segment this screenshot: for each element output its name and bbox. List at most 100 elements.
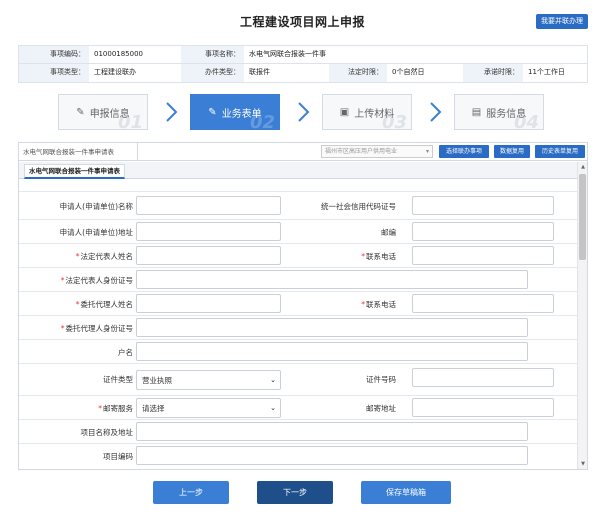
step-number: 04 [513,112,539,130]
legal-rep-name-label: *法定代表人姓名 [76,251,133,262]
item-name-label: 事项名称： [181,46,244,63]
required-mark: * [75,300,80,309]
mail-address-label: 邮寄地址 [366,404,396,413]
mail-service-select[interactable]: 请选择 ⌄ [136,398,281,418]
required-mark: * [98,404,102,413]
contact-phone-text: 联系电话 [366,252,396,261]
item-code-value: 01000185000 [94,50,143,58]
data-reuse-button[interactable]: 数据复用 [494,145,530,158]
postcode-label: 邮编 [381,228,396,237]
chevron-down-icon: ⌄ [270,404,276,412]
chevron-down-icon: ▾ [425,148,429,155]
chevron-right-icon [298,102,310,122]
agent-id-label: *委托代理人身份证号 [61,323,133,334]
legal-limit-label: 法定时限： [329,64,387,82]
cert-type-value: 营业执照 [142,375,172,385]
project-code-input[interactable] [136,446,528,465]
agent-name-input[interactable] [136,294,281,313]
applicant-name-label: 申请人(申请单位)名称 [59,202,133,211]
step-progress: ✎ 申报信息 01 ✎ 业务表单 02 ▣ 上传材料 03 ▤ 服务信息 04 [0,94,605,132]
mail-service-value: 请选择 [142,403,165,413]
cert-type-select[interactable]: 营业执照 ⌄ [136,370,281,390]
case-type-label: 办件类型： [181,64,244,82]
postcode-input[interactable] [412,222,554,241]
edit-icon: ✎ [76,106,85,118]
credit-code-input[interactable] [412,196,554,215]
required-mark: * [361,252,365,261]
step-apply-info[interactable]: ✎ 申报信息 01 [58,94,148,130]
calendar-icon: ▤ [471,106,482,118]
step-service-info[interactable]: ▤ 服务信息 04 [454,94,544,130]
agent-name-label: *委托代理人姓名 [76,299,133,310]
legal-rep-name-text: 法定代表人姓名 [80,252,134,261]
next-step-button[interactable]: 下一步 [257,481,333,504]
form-scrollbar[interactable]: ▲ ▼ [577,162,587,469]
required-mark: * [75,252,80,261]
account-name-input[interactable] [136,342,528,361]
scroll-down-icon[interactable]: ▼ [578,459,588,469]
contact-phone-label: *联系电话 [361,251,396,262]
legal-rep-name-input[interactable] [136,246,281,265]
scroll-thumb[interactable] [579,174,586,260]
parallel-handle-button[interactable]: 我要并联办理 [536,14,588,29]
agent-id-input[interactable] [136,318,528,337]
cert-type-label: 证件类型 [103,375,133,384]
cert-number-label: 证件号码 [366,375,396,384]
chevron-right-icon [166,102,178,122]
previous-step-button[interactable]: 上一步 [153,481,229,504]
scroll-up-icon[interactable]: ▲ [578,162,588,172]
required-mark: * [60,324,65,333]
step-business-form[interactable]: ✎ 业务表单 02 [190,94,280,130]
applicant-address-label: 申请人(申请单位)地址 [59,228,133,237]
step-number: 01 [117,112,143,130]
legal-rep-id-input[interactable] [136,270,528,289]
subtab-bar: 水电气网联合报装一件事申请表 [19,162,577,179]
page-title: 工程建设项目网上申报 [239,15,365,29]
step-number: 02 [249,112,275,130]
mail-service-label: *邮寄服务 [98,403,133,414]
project-code-label: 项目编码 [103,452,133,461]
step-upload-materials[interactable]: ▣ 上传材料 03 [322,94,412,130]
chevron-down-icon: ⌄ [270,376,276,384]
application-form: 申请人(申请单位)名称 统一社会信用代码证号 申请人(申请单位)地址 邮编 *法… [19,191,577,469]
item-info-table: 事项编码： 01000185000 事项名称： 水电气网联合报装一件事 事项类型… [18,45,588,83]
item-type-value: 工程建设联办 [94,68,136,76]
edit-icon: ✎ [208,106,217,118]
mail-address-input[interactable] [412,398,554,417]
chevron-right-icon [430,102,442,122]
project-name-label: 项目名称及地址 [80,428,134,437]
contact-phone2-label: *联系电话 [361,299,396,310]
tab-application-form[interactable]: 水电气网联合报装一件事申请表 [23,146,114,156]
promise-limit-label: 承诺时限： [463,64,523,82]
credit-code-label: 统一社会信用代码证号 [321,202,396,211]
contact-phone2-text: 联系电话 [366,300,396,309]
folder-icon: ▣ [339,106,350,118]
required-mark: * [60,276,65,285]
linked-item-select-value: 福州市区高压用户供用电业 [325,148,398,155]
tab-divider [137,143,138,161]
agent-name-text: 委托代理人姓名 [80,300,134,309]
contact-phone-input[interactable] [412,246,554,265]
linked-item-select[interactable]: 福州市区高压用户供用电业 ▾ [321,145,433,158]
contact-phone2-input[interactable] [412,294,554,313]
applicant-address-input[interactable] [136,222,281,241]
mail-service-text: 邮寄服务 [103,404,133,413]
applicant-name-input[interactable] [136,196,281,215]
cert-number-input[interactable] [412,368,554,387]
history-reuse-button[interactable]: 历史表单复用 [535,145,585,158]
select-linked-button[interactable]: 选择联办事项 [439,145,489,158]
item-type-label: 事项类型： [19,64,89,82]
subtab-application-form[interactable]: 水电气网联合报装一件事申请表 [24,164,125,179]
account-name-label: 户名 [118,348,133,357]
form-tabbar: 水电气网联合报装一件事申请表 福州市区高压用户供用电业 ▾ 选择联办事项 数据复… [19,143,587,161]
promise-limit-value: 11个工作日 [528,68,565,76]
form-panel: 水电气网联合报装一件事申请表 福州市区高压用户供用电业 ▾ 选择联办事项 数据复… [18,142,588,470]
save-draft-button[interactable]: 保存草稿箱 [361,481,451,504]
legal-rep-id-text: 法定代表人身份证号 [65,276,134,285]
agent-id-text: 委托代理人身份证号 [65,324,134,333]
item-code-label: 事项编码： [19,46,89,63]
project-name-input[interactable] [136,422,528,441]
legal-limit-value: 0个自然日 [392,68,425,76]
legal-rep-id-label: *法定代表人身份证号 [61,275,133,286]
step-number: 03 [381,112,407,130]
